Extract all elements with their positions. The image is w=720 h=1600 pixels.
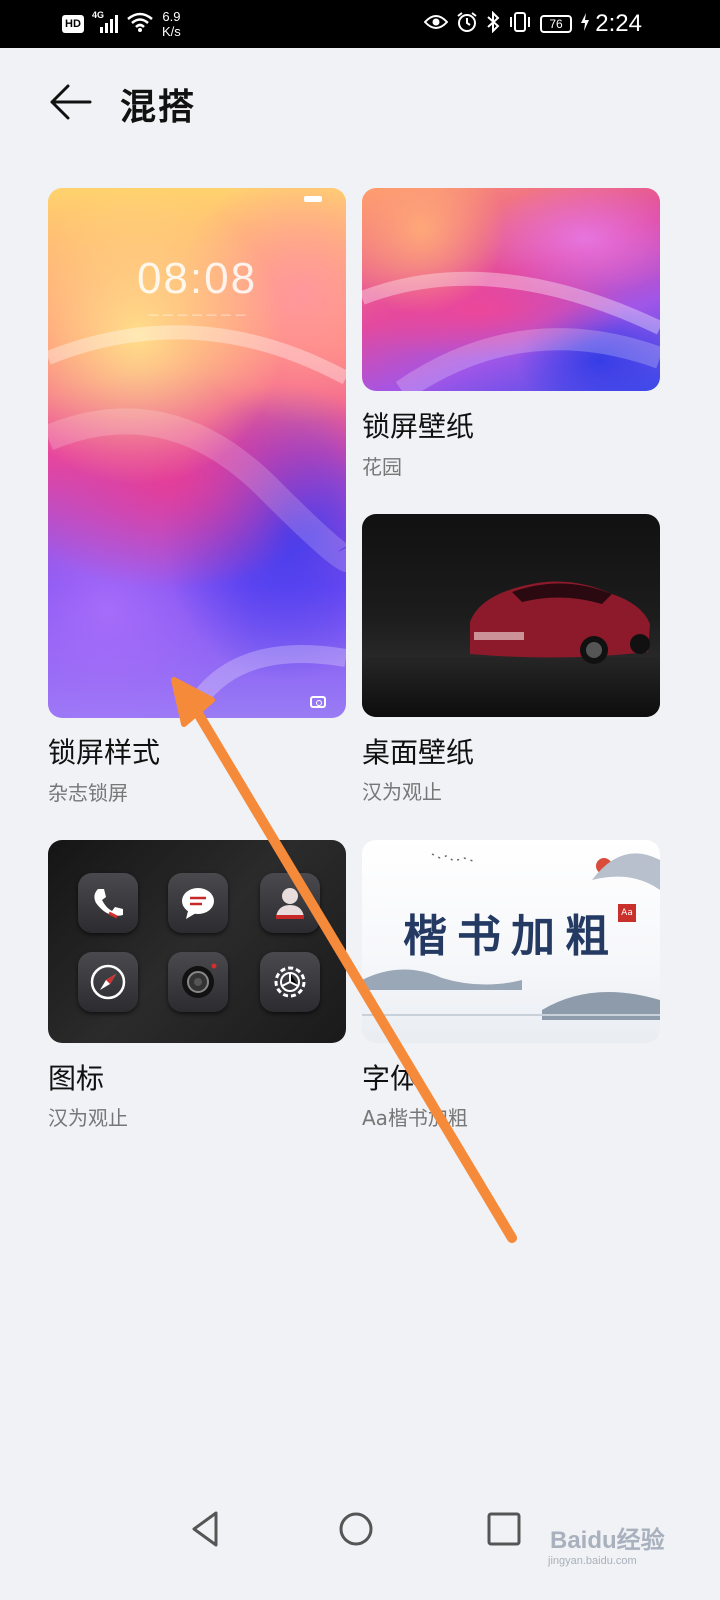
camera-app-icon	[168, 952, 228, 1012]
triangle-back-icon	[192, 1511, 218, 1547]
phone-icon	[78, 873, 138, 933]
card-title: 图标	[48, 1062, 105, 1095]
card-title: 桌面壁纸	[362, 736, 475, 769]
clock: 2:24	[595, 10, 642, 37]
charging-icon	[580, 13, 590, 35]
back-arrow-icon	[50, 84, 92, 120]
cellular-signal-icon: 4G	[92, 10, 118, 34]
card-subtitle: Aa楷书加粗	[362, 1106, 468, 1130]
desktop-wallpaper-preview	[362, 514, 660, 717]
camera-icon[interactable]	[310, 696, 326, 708]
seal-stamp: Aa	[618, 904, 636, 922]
icons-card[interactable]: 图标 汉为观止	[48, 840, 346, 1140]
font-sample-text: 楷书加粗	[403, 911, 619, 962]
lock-wallpaper-preview	[362, 188, 660, 391]
font-card[interactable]: 楷书加粗 Aa 字体 Aa楷书加粗	[362, 840, 660, 1140]
hd-badge: HD	[62, 15, 84, 33]
status-bar: HD 4G 6.9 K/s 76 2:24	[0, 0, 720, 48]
bluetooth-icon	[486, 10, 500, 37]
lock-style-card[interactable]: 08:08 — — — — — — — 锁屏样式 杂志锁屏	[48, 188, 346, 818]
card-title: 锁屏壁纸	[362, 410, 475, 443]
eye-comfort-icon	[423, 14, 449, 34]
card-subtitle: 花园	[362, 455, 402, 479]
vibrate-icon	[508, 11, 532, 37]
icons-preview	[48, 840, 346, 1043]
speed-value: 6.9	[162, 9, 181, 24]
lock-style-preview: 08:08 — — — — — — —	[48, 188, 346, 718]
wifi-icon	[126, 11, 154, 37]
card-title: 锁屏样式	[48, 736, 161, 769]
nav-recents-button[interactable]	[480, 1505, 528, 1553]
alarm-icon	[456, 11, 478, 37]
nav-home-button[interactable]	[332, 1505, 380, 1553]
speed-unit: K/s	[162, 24, 181, 39]
contacts-icon	[260, 873, 320, 933]
message-icon	[168, 873, 228, 933]
network-speed: 6.9 K/s	[162, 9, 181, 39]
wave-pattern	[48, 325, 346, 718]
card-title: 字体	[362, 1062, 419, 1095]
font-preview: 楷书加粗 Aa	[362, 840, 660, 1043]
watermark-url: jingyan.baidu.com	[548, 1555, 637, 1567]
card-subtitle: 汉为观止	[362, 780, 442, 804]
circle-home-icon	[339, 1512, 373, 1546]
nav-back-button[interactable]	[182, 1505, 230, 1553]
battery-indicator: 76	[540, 15, 572, 33]
back-button[interactable]	[48, 82, 92, 122]
page-title: 混搭	[120, 87, 197, 128]
lock-wallpaper-card[interactable]: 锁屏壁纸 花园	[362, 188, 660, 488]
wave-pattern	[362, 271, 660, 391]
compass-icon	[78, 952, 138, 1012]
settings-icon	[260, 952, 320, 1012]
card-subtitle: 杂志锁屏	[48, 781, 128, 805]
car-image	[470, 581, 650, 664]
square-recents-icon	[487, 1512, 521, 1546]
desktop-wallpaper-card[interactable]: 桌面壁纸 汉为观止	[362, 514, 660, 814]
watermark-logo: Baidu经验	[550, 1527, 665, 1554]
card-subtitle: 汉为观止	[48, 1106, 128, 1130]
